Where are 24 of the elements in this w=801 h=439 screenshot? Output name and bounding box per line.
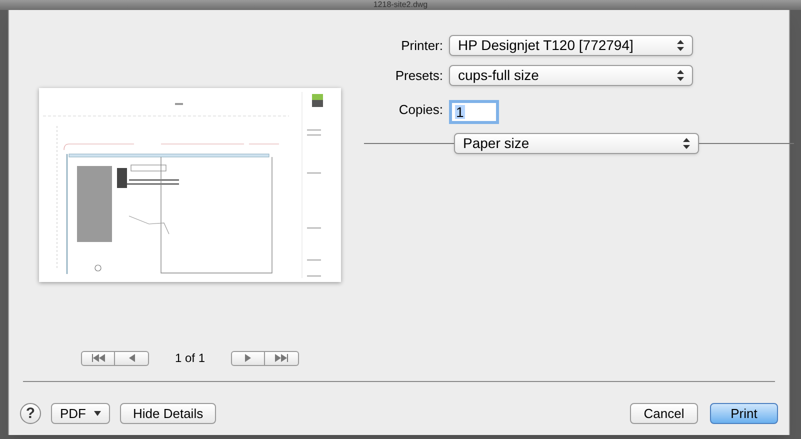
- window-title: 1218-site2.dwg: [373, 1, 428, 9]
- cancel-button[interactable]: Cancel: [630, 403, 698, 424]
- hide-details-button[interactable]: Hide Details: [120, 403, 216, 424]
- up-down-arrows-icon: [677, 70, 684, 81]
- dropdown-field[interactable]: cups-full size: [449, 65, 693, 86]
- field-label: Presets:: [394, 66, 443, 85]
- field-label: Copies:: [398, 100, 443, 119]
- print-button[interactable]: Print: [710, 403, 778, 424]
- up-down-arrows-icon: [683, 138, 690, 149]
- help-button[interactable]: ?: [20, 403, 41, 424]
- copies-input-field[interactable]: 1: [449, 100, 499, 124]
- dropdown-field[interactable]: HP Designjet T120 [772794]: [449, 35, 693, 56]
- last-page-button[interactable]: [265, 350, 300, 366]
- last-page-icon: [274, 354, 289, 362]
- first-page-button[interactable]: [81, 350, 115, 366]
- caret-icon: [94, 411, 101, 416]
- next-page-button[interactable]: [231, 350, 266, 366]
- pdf-menu-button[interactable]: PDF: [51, 403, 110, 424]
- section-dropdown[interactable]: Paper size: [454, 133, 699, 154]
- up-down-arrows-icon: [677, 40, 684, 51]
- first-page-icon: [91, 354, 105, 362]
- page-counter: 1 of 1: [175, 350, 206, 367]
- field-label: Printer:: [400, 36, 443, 55]
- previous-page-button[interactable]: [115, 350, 149, 366]
